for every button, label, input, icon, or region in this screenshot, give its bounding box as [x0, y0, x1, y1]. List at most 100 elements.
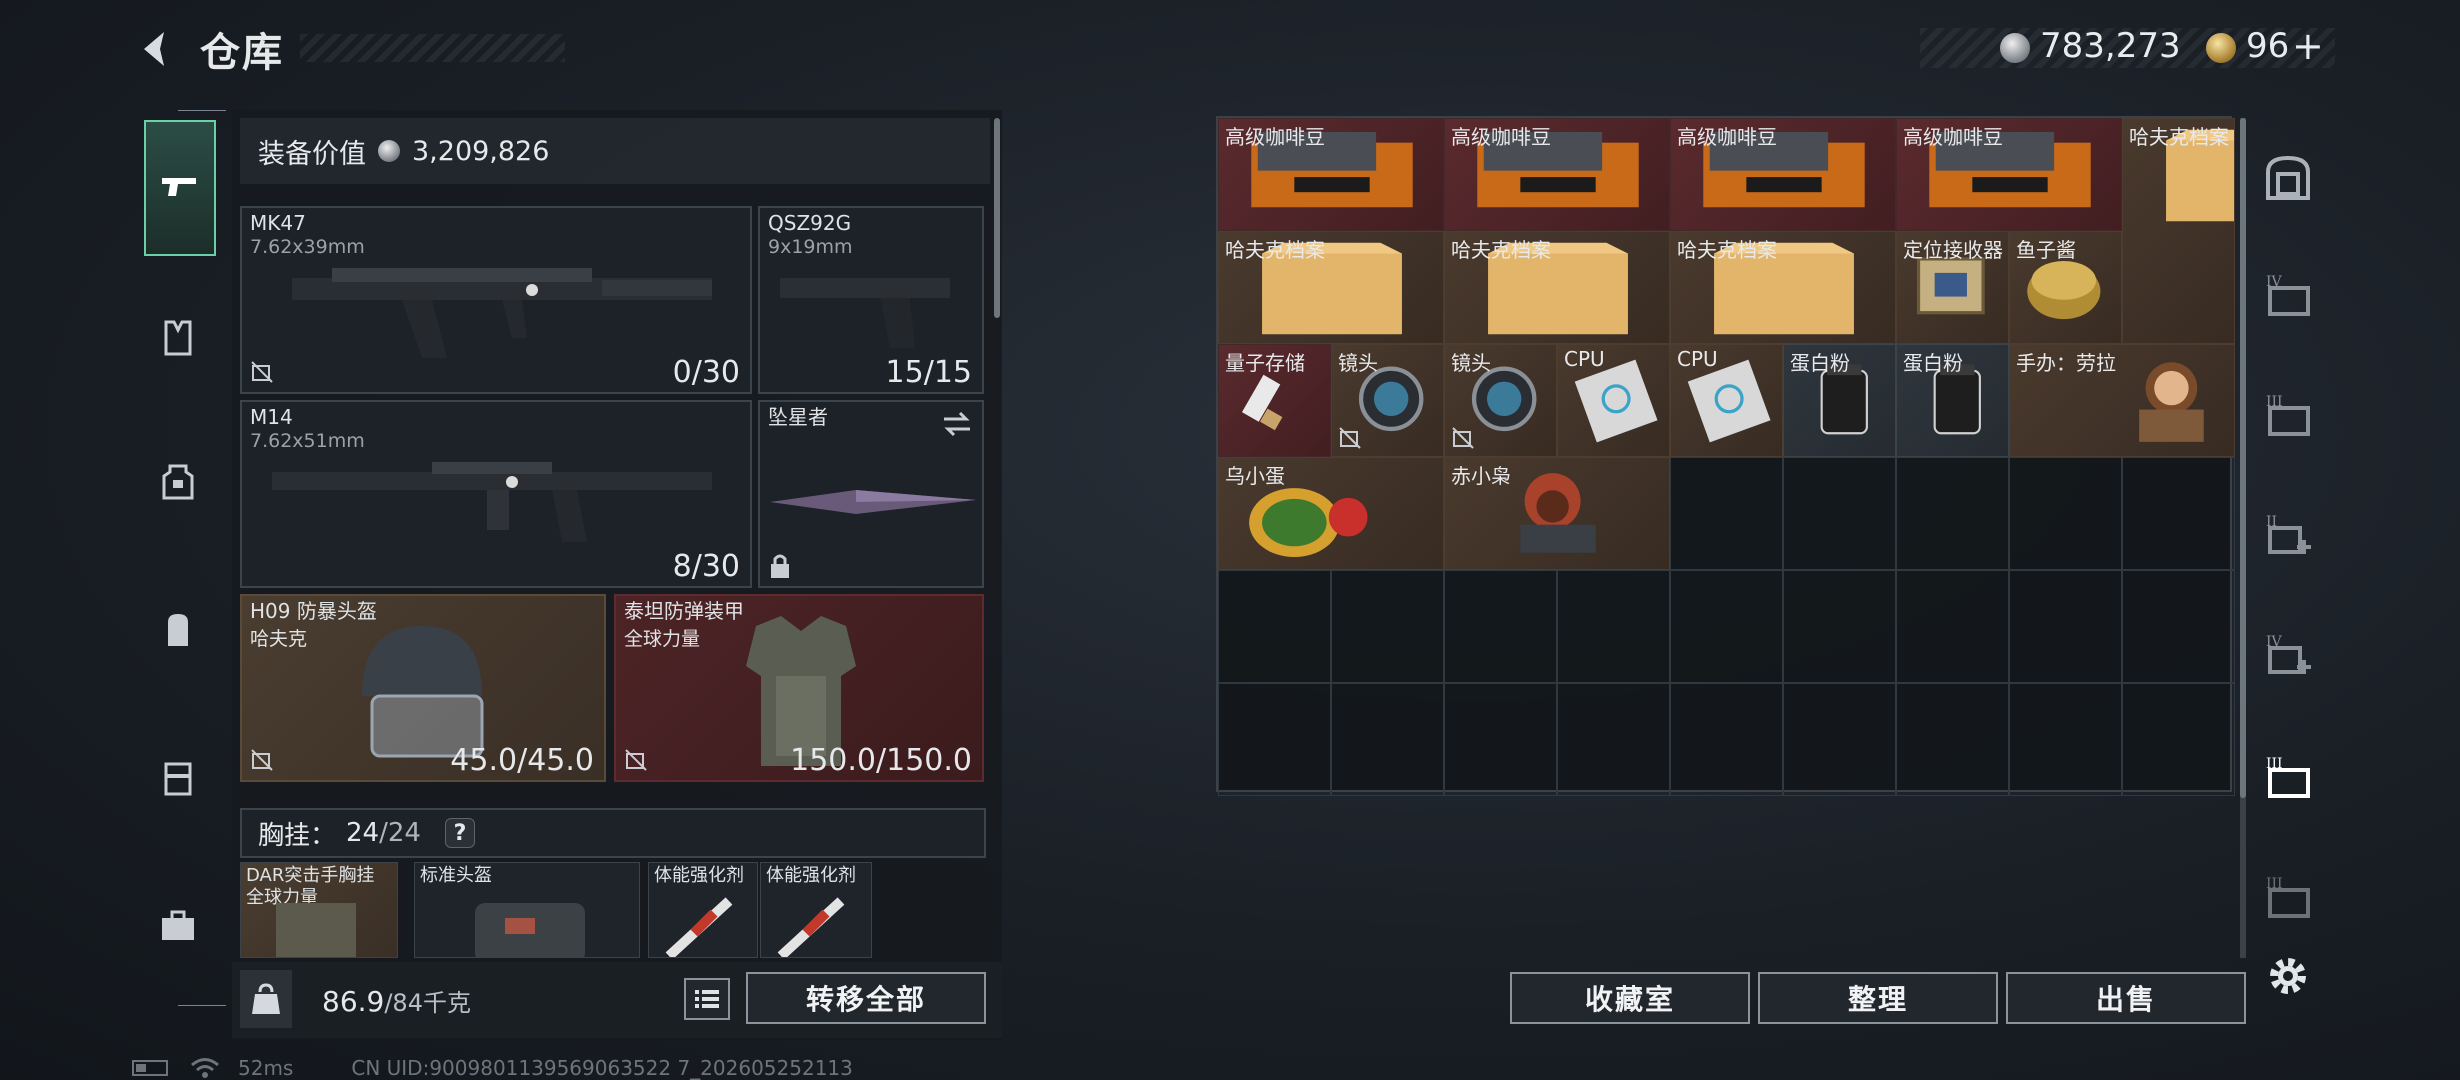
stash-item[interactable]: 定位接收器: [1896, 231, 2009, 344]
helmet-faction: 哈夫克: [250, 628, 308, 650]
back-button[interactable]: [130, 24, 180, 74]
syringe-icon: [777, 897, 845, 957]
swap-icon[interactable]: [940, 410, 974, 438]
list-view-button[interactable]: [684, 978, 730, 1020]
nav-armor[interactable]: [140, 444, 216, 520]
case-icon: [164, 762, 192, 796]
rifle-icon: [272, 462, 712, 542]
stash-item-name: CPU: [1677, 347, 1718, 371]
add-gold-button[interactable]: +: [2292, 24, 2324, 68]
stash-cell[interactable]: [1557, 683, 1670, 796]
nav-vest[interactable]: [140, 300, 216, 376]
add-stash-icon: IV: [2266, 634, 2311, 674]
primary-weapon-slot[interactable]: MK47 7.62x39mm 0/30: [240, 206, 752, 394]
stash-cell[interactable]: [1218, 683, 1331, 796]
stash-item-name: 蛋白粉: [1903, 351, 1963, 375]
stash-cell[interactable]: [1896, 683, 2009, 796]
stash-cell[interactable]: [1670, 683, 1783, 796]
sell-button[interactable]: 出售: [2006, 972, 2246, 1024]
folder-stash-icon: III: [2266, 394, 2310, 436]
body-armor-slot[interactable]: 泰坦防弹装甲 全球力量 150.0/150.0: [614, 594, 984, 782]
stash-item[interactable]: 镜头: [1331, 344, 1444, 457]
stash-item[interactable]: 哈夫克档案: [1444, 231, 1670, 344]
stash-cell[interactable]: [1557, 570, 1670, 683]
stash-cell[interactable]: [1444, 683, 1557, 796]
transfer-all-button[interactable]: 转移全部: [746, 972, 986, 1024]
stash-cell[interactable]: [1331, 683, 1444, 796]
stash-active-icon: III: [2266, 756, 2310, 798]
stash-cell[interactable]: [2009, 457, 2122, 570]
stash-item[interactable]: 蛋白粉: [1783, 344, 1896, 457]
nav-toolbox[interactable]: [140, 888, 216, 964]
stash-cell[interactable]: [1896, 570, 2009, 683]
stash-cell[interactable]: [1896, 457, 2009, 570]
stash-cell[interactable]: [1670, 457, 1783, 570]
stash-item[interactable]: 量子存储: [1218, 344, 1331, 457]
settings-button[interactable]: [2252, 940, 2324, 1012]
chest-item-stim[interactable]: 体能强化剂: [760, 862, 872, 958]
stash-item-name: 高级咖啡豆: [1451, 125, 1551, 149]
stash-item-name: 蛋白粉: [1790, 351, 1850, 375]
stash-item[interactable]: 蛋白粉: [1896, 344, 2009, 457]
stash-item-name: 定位接收器: [1903, 238, 2003, 262]
rnav-safebox[interactable]: [2252, 142, 2324, 214]
stash-item[interactable]: 高级咖啡豆: [1896, 118, 2122, 231]
no-insurance-icon: [625, 749, 647, 771]
stash-cell[interactable]: [2122, 683, 2235, 796]
nav-container[interactable]: [140, 740, 216, 816]
stash-item[interactable]: 乌小蛋: [1218, 457, 1444, 570]
pistol-icon: [162, 178, 196, 196]
chest-item-helmet[interactable]: 标准头盔: [414, 862, 640, 958]
melee-slot[interactable]: 坠星者: [758, 400, 984, 588]
rnav-stash-4[interactable]: IV: [2252, 258, 2324, 330]
stash-item[interactable]: 高级咖啡豆: [1218, 118, 1444, 231]
stash-cell[interactable]: [2009, 683, 2122, 796]
stash-cell[interactable]: [1331, 570, 1444, 683]
item-name: 标准头盔: [420, 865, 492, 886]
stash-cell[interactable]: [1444, 570, 1557, 683]
stash-item[interactable]: 镜头: [1444, 344, 1557, 457]
organize-button[interactable]: 整理: [1758, 972, 1998, 1024]
rnav-stash-3-active[interactable]: III: [2252, 740, 2324, 812]
stash-item[interactable]: 高级咖啡豆: [1670, 118, 1896, 231]
chest-item-stim[interactable]: 体能强化剂: [648, 862, 758, 958]
stash-cell[interactable]: [2122, 570, 2235, 683]
stash-cell[interactable]: [1218, 570, 1331, 683]
stash-cell[interactable]: [2009, 570, 2122, 683]
stash-item[interactable]: 哈夫克档案: [1670, 231, 1896, 344]
stash-item[interactable]: 哈夫克档案: [2122, 118, 2235, 344]
loadout-scrollbar[interactable]: [994, 118, 1000, 318]
stash-cell[interactable]: [1783, 570, 1896, 683]
ammo-count: 0/30: [672, 355, 740, 390]
secondary-weapon-slot[interactable]: QSZ92G 9x19mm 15/15: [758, 206, 984, 394]
primary-weapon-slot-2[interactable]: M14 7.62x51mm 8/30: [240, 400, 752, 588]
stash-item[interactable]: CPU: [1670, 344, 1783, 457]
stash-cell[interactable]: [1783, 683, 1896, 796]
stash-item[interactable]: 哈夫克档案: [1218, 231, 1444, 344]
nav-weapons[interactable]: [144, 120, 216, 256]
stash-cell[interactable]: [1670, 570, 1783, 683]
rnav-stash-4-add[interactable]: IV: [2252, 618, 2324, 690]
collection-room-button[interactable]: 收藏室: [1510, 972, 1750, 1024]
help-button[interactable]: ?: [444, 818, 475, 848]
chest-rig-item[interactable]: DAR突击手胸挂 全球力量: [240, 862, 398, 958]
rnav-stash-3-alt[interactable]: III: [2252, 860, 2324, 932]
stash-item[interactable]: 赤小枭: [1444, 457, 1670, 570]
nav-backpack[interactable]: [140, 592, 216, 668]
equipment-value-amount: 3,209,826: [412, 135, 550, 167]
stash-item[interactable]: 手办：劳拉: [2009, 344, 2235, 457]
rnav-stash-3[interactable]: III: [2252, 378, 2324, 450]
stash-item[interactable]: 高级咖啡豆: [1444, 118, 1670, 231]
stash-scrollbar[interactable]: [2240, 118, 2246, 798]
weight-lock-button[interactable]: [240, 970, 292, 1028]
silver-coin-icon: [2000, 33, 2030, 63]
stash-cell[interactable]: [2122, 457, 2235, 570]
stash-item[interactable]: 鱼子酱: [2009, 231, 2122, 344]
helmet-slot[interactable]: H09 防暴头盔 哈夫克 45.0/45.0: [240, 594, 606, 782]
weight-icon: [252, 983, 280, 1014]
stash-grid: 高级咖啡豆 高级咖啡豆 高级咖啡豆 高级咖啡豆 哈夫克档案 哈夫克档案 哈夫克档案 哈夫…: [1216, 116, 2235, 796]
stash-cell[interactable]: [1783, 457, 1896, 570]
stash-item[interactable]: CPU: [1557, 344, 1670, 457]
rnav-stash-2-add[interactable]: II: [2252, 498, 2324, 570]
stash-item-name: 鱼子酱: [2016, 238, 2076, 262]
